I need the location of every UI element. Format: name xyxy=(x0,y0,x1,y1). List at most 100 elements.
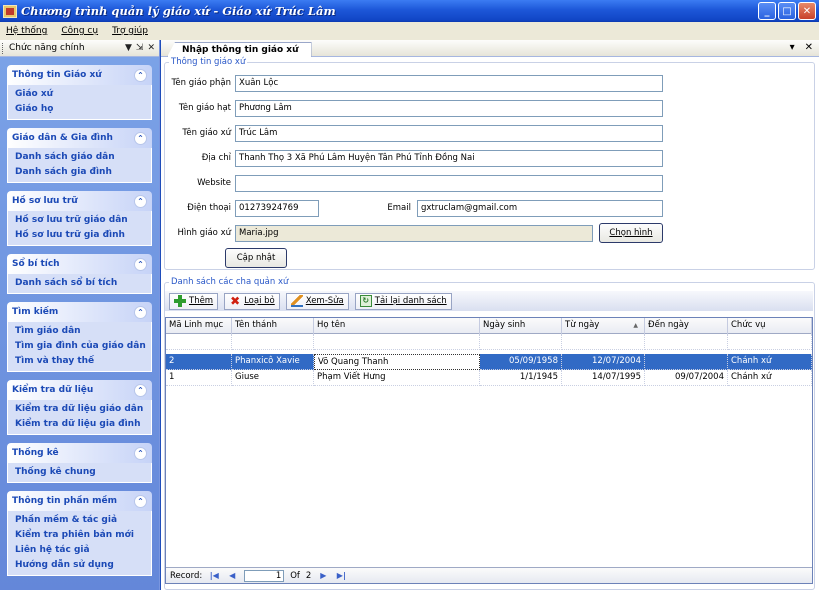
grid-cell[interactable] xyxy=(562,334,645,350)
tab-menu-icon[interactable]: ▾ xyxy=(790,42,795,53)
last-record-icon[interactable]: ▶| xyxy=(335,571,347,580)
grid-cell[interactable]: 1 xyxy=(166,370,232,386)
grid-cell[interactable] xyxy=(232,334,314,350)
collapse-chevron-icon[interactable]: ⌃ xyxy=(134,494,147,508)
dia-chi-input[interactable]: Thanh Thọ 3 Xã Phú Lâm Huyện Tân Phú Tỉn… xyxy=(235,150,663,167)
minimize-button[interactable]: _ xyxy=(758,2,776,20)
new-row[interactable] xyxy=(166,334,812,350)
cha-quan-xu-grid: Mã Linh mục Tên thánh Họ tên Ngày sinh Từ ng… xyxy=(165,317,813,584)
column-header[interactable]: Mã Linh mục xyxy=(166,318,232,334)
nav-group-header[interactable]: Thông tin Giáo xứ ⌃ xyxy=(7,65,152,85)
add-button[interactable]: Thêm xyxy=(169,292,219,310)
collapse-chevron-icon[interactable]: ⌃ xyxy=(134,68,147,82)
nav-group-header[interactable]: Giáo dân & Gia đình ⌃ xyxy=(7,128,152,148)
grid-cell[interactable]: 1/1/1945 xyxy=(480,370,562,386)
grid-cell[interactable]: Võ Quang Thanh xyxy=(314,354,480,370)
panel-pin-icon[interactable]: ⇲ xyxy=(136,43,144,53)
grid-cell[interactable]: 2 xyxy=(166,354,232,370)
email-label: Email xyxy=(387,203,411,213)
collapse-chevron-icon[interactable]: ⌃ xyxy=(134,131,147,145)
grid-cell[interactable]: 05/09/1958 xyxy=(480,354,562,370)
nav-item[interactable]: Giáo xứ xyxy=(15,87,151,102)
grid-cell[interactable] xyxy=(480,334,562,350)
nav-item[interactable]: Tìm gia đình của giáo dân xyxy=(15,339,151,354)
nav-item[interactable]: Hướng dẫn sử dụng xyxy=(15,558,151,573)
remove-button[interactable]: ✖ Loại bỏ xyxy=(224,292,280,310)
collapse-chevron-icon[interactable]: ⌃ xyxy=(134,257,147,271)
grid-cell[interactable] xyxy=(166,334,232,350)
nav-group-header[interactable]: Tìm kiếm ⌃ xyxy=(7,302,152,322)
website-input[interactable] xyxy=(235,175,663,192)
nav-item[interactable]: Danh sách sổ bí tích xyxy=(15,276,151,291)
nav-group-header[interactable]: Sổ bí tích ⌃ xyxy=(7,254,152,274)
nav-item[interactable]: Danh sách giáo dân xyxy=(15,150,151,165)
collapse-chevron-icon[interactable]: ⌃ xyxy=(134,194,147,208)
reload-button[interactable]: ↻ Tải lại danh sách xyxy=(354,292,452,310)
next-record-icon[interactable]: ▶ xyxy=(317,571,329,580)
nav-item[interactable]: Kiểm tra phiên bản mới xyxy=(15,528,151,543)
nav-item[interactable]: Hồ sơ lưu trữ gia đình xyxy=(15,228,151,243)
grid-cell[interactable] xyxy=(314,334,480,350)
column-header[interactable]: Chức vụ xyxy=(728,318,812,334)
first-record-icon[interactable]: |◀ xyxy=(208,571,220,580)
nav-item[interactable]: Giáo họ xyxy=(15,102,151,117)
nav-item[interactable]: Danh sách gia đình xyxy=(15,165,151,180)
menu-he-thong[interactable]: Hệ thống xyxy=(6,26,47,36)
nav-item[interactable]: Kiểm tra dữ liệu gia đình xyxy=(15,417,151,432)
giao-xu-label: Tên giáo xứ xyxy=(182,128,231,138)
nav-group-header[interactable]: Kiểm tra dữ liệu ⌃ xyxy=(7,380,152,400)
menu-tro-giup[interactable]: Trợ giúp xyxy=(112,26,148,36)
of-label: Of xyxy=(290,570,300,581)
column-header[interactable]: Tên thánh xyxy=(232,318,314,334)
column-header[interactable]: Từ ngày ▲ xyxy=(562,318,645,334)
grid-cell[interactable] xyxy=(728,334,812,350)
collapse-chevron-icon[interactable]: ⌃ xyxy=(134,446,147,460)
panel-close-icon[interactable]: ✕ xyxy=(147,43,155,53)
tab-nhap-thong-tin-giao-xu[interactable]: Nhập thông tin giáo xứ xyxy=(167,42,312,57)
grid-cell[interactable]: Chánh xứ xyxy=(728,354,812,370)
grid-cell[interactable]: 14/07/1995 xyxy=(562,370,645,386)
nav-group-header[interactable]: Thông tin phần mềm ⌃ xyxy=(7,491,152,511)
collapse-chevron-icon[interactable]: ⌃ xyxy=(134,383,147,397)
current-record-input[interactable]: 1 xyxy=(244,569,285,582)
grid-cell[interactable]: 09/07/2004 xyxy=(645,370,728,386)
grid-cell[interactable]: Chánh xứ xyxy=(728,370,812,386)
edit-button[interactable]: Xem-Sửa xyxy=(285,292,349,310)
nav-item[interactable]: Tìm và thay thế xyxy=(15,354,151,369)
column-header[interactable]: Họ tên xyxy=(314,318,480,334)
column-header[interactable]: Ngày sinh xyxy=(480,318,562,334)
giao-xu-input[interactable]: Trúc Lâm xyxy=(235,125,663,142)
email-input[interactable]: gxtruclam@gmail.com xyxy=(417,200,663,217)
grid-cell[interactable] xyxy=(645,354,728,370)
grid-cell[interactable] xyxy=(645,334,728,350)
nav-group-header[interactable]: Thống kê ⌃ xyxy=(7,443,152,463)
giao-hat-input[interactable]: Phương Lâm xyxy=(235,100,663,117)
grid-cell[interactable]: 12/07/2004 xyxy=(562,354,645,370)
table-row[interactable]: 2 Phanxicô Xavie Võ Quang Thanh 05/09/1958 1… xyxy=(166,354,812,370)
collapse-chevron-icon[interactable]: ⌃ xyxy=(134,305,147,319)
tab-close-icon[interactable]: ✕ xyxy=(805,42,813,53)
close-window-button[interactable]: ✕ xyxy=(798,2,816,20)
column-header[interactable]: Đến ngày xyxy=(645,318,728,334)
nav-item[interactable]: Phần mềm & tác giả xyxy=(15,513,151,528)
cha-quan-xu-legend: Danh sách các cha quản xứ xyxy=(171,277,289,287)
dien-thoai-input[interactable]: 01273924769 xyxy=(235,200,319,217)
nav-item[interactable]: Liên hệ tác giả xyxy=(15,543,151,558)
panel-grip[interactable] xyxy=(2,42,5,54)
maximize-button[interactable]: □ xyxy=(778,2,796,20)
panel-dropdown-icon[interactable]: ▼ xyxy=(125,43,132,53)
grid-cell[interactable]: Phanxicô Xavie xyxy=(232,354,314,370)
nav-item[interactable]: Kiểm tra dữ liệu giáo dân xyxy=(15,402,151,417)
nav-group-header[interactable]: Hồ sơ lưu trữ ⌃ xyxy=(7,191,152,211)
nav-item[interactable]: Thống kê chung xyxy=(15,465,151,480)
grid-cell[interactable]: Phạm Viết Hưng xyxy=(314,370,480,386)
chon-hinh-button[interactable]: Chọn hình xyxy=(599,223,663,243)
grid-cell[interactable]: Giuse xyxy=(232,370,314,386)
nav-item[interactable]: Tìm giáo dân xyxy=(15,324,151,339)
cap-nhat-button[interactable]: Cập nhật xyxy=(225,248,287,268)
giao-phan-input[interactable]: Xuân Lộc xyxy=(235,75,663,92)
prev-record-icon[interactable]: ◀ xyxy=(226,571,238,580)
table-row[interactable]: 1 Giuse Phạm Viết Hưng 1/1/1945 14/07/1995 09… xyxy=(166,370,812,386)
nav-item[interactable]: Hồ sơ lưu trữ giáo dân xyxy=(15,213,151,228)
menu-cong-cu[interactable]: Công cụ xyxy=(61,26,98,36)
